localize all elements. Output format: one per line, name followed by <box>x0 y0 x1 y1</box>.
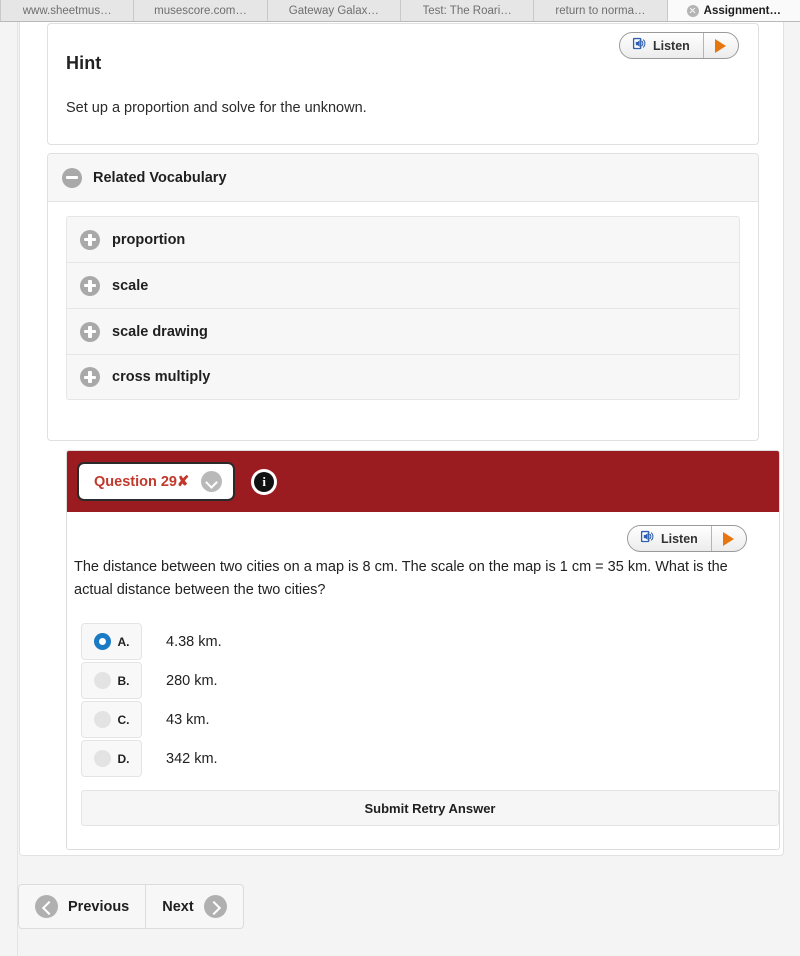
browser-tab-strip: www.sheetmus… musescore.com… Gateway Gal… <box>0 0 800 22</box>
answer-choice-c-text: 43 km. <box>166 711 210 728</box>
question-number-text: Question 29 <box>94 473 177 490</box>
chevron-down-icon[interactable] <box>201 471 223 492</box>
answer-choice-d-letter: D. <box>117 751 130 766</box>
next-button-label: Next <box>162 898 194 915</box>
info-button[interactable]: i <box>251 468 278 495</box>
question-card: Question 29✘ i Listen The distance betwe… <box>66 450 780 850</box>
vocabulary-list: proportion scale scale drawing cross mul… <box>48 202 758 400</box>
answer-choice-b-box[interactable]: B. <box>81 662 142 699</box>
plus-circle-icon[interactable] <box>80 367 100 387</box>
question-number-label: Question 29✘ <box>94 474 189 490</box>
answer-choice-a-text: 4.38 km. <box>166 633 222 650</box>
incorrect-mark-icon: ✘ <box>177 473 190 490</box>
question-listen-main[interactable]: Listen <box>628 526 712 551</box>
page-left-gutter <box>0 22 18 956</box>
browser-tab-label: www.sheetmus… <box>22 4 112 17</box>
answer-choice-a[interactable]: A. 4.38 km. <box>81 622 765 661</box>
plus-circle-icon[interactable] <box>80 275 100 296</box>
vocabulary-item-label: cross multiply <box>112 369 211 385</box>
play-icon <box>723 531 735 546</box>
previous-button-label: Previous <box>68 898 130 915</box>
pagination-controls: Previous Next <box>18 884 244 929</box>
plus-circle-icon[interactable] <box>80 229 100 250</box>
vocabulary-item-label: scale drawing <box>112 323 208 340</box>
speaker-icon <box>640 529 655 549</box>
hint-panel: Listen Hint Set up a proportion and solv… <box>47 23 759 145</box>
answer-choice-a-box[interactable]: A. <box>81 623 142 660</box>
radio-button-d[interactable] <box>93 750 111 767</box>
question-listen-label: Listen <box>661 531 698 546</box>
browser-tab-5[interactable]: return to norma… <box>534 0 668 21</box>
hint-body-text: Set up a proportion and solve for the un… <box>66 100 367 116</box>
question-text: The distance between two cities on a map… <box>74 559 728 598</box>
plus-circle-icon[interactable] <box>80 321 100 342</box>
answer-choice-c-box[interactable]: C. <box>81 701 142 738</box>
next-button[interactable]: Next <box>146 885 242 928</box>
assignment-container: Listen Hint Set up a proportion and solv… <box>19 22 784 856</box>
browser-tab-label: musescore.com… <box>154 4 247 17</box>
answer-choice-c-letter: C. <box>117 712 130 727</box>
browser-tab-4[interactable]: Test: The Roari… <box>400 0 535 21</box>
vocabulary-item-label: proportion <box>112 231 186 248</box>
hint-listen-button[interactable]: Listen <box>619 32 739 59</box>
page-right-gutter <box>785 22 800 956</box>
vocabulary-item[interactable]: scale <box>66 262 740 308</box>
radio-button-a[interactable] <box>93 633 111 650</box>
radio-button-b[interactable] <box>93 672 111 689</box>
arrow-right-icon <box>203 895 227 918</box>
browser-tab-2[interactable]: musescore.com… <box>134 0 268 21</box>
vocabulary-item[interactable]: cross multiply <box>66 354 740 400</box>
answer-choice-d-box[interactable]: D. <box>81 740 142 777</box>
question-number-dropdown[interactable]: Question 29✘ <box>77 462 236 501</box>
answer-choice-a-letter: A. <box>117 634 130 649</box>
related-vocabulary-title: Related Vocabulary <box>93 169 227 186</box>
submit-retry-answer-button[interactable]: Submit Retry Answer <box>81 790 779 826</box>
answer-choice-d-text: 342 km. <box>166 750 218 767</box>
minus-circle-icon[interactable] <box>62 167 82 188</box>
info-icon: i <box>254 471 275 492</box>
vocabulary-item-label: scale <box>112 277 149 294</box>
browser-tab-3[interactable]: Gateway Galax… <box>267 0 401 21</box>
hint-listen-label: Listen <box>653 38 690 53</box>
close-icon[interactable] <box>686 4 699 17</box>
play-icon <box>715 38 727 53</box>
question-play-button[interactable] <box>712 526 746 551</box>
browser-tab-label: Gateway Galax… <box>288 4 379 17</box>
browser-tab-1[interactable]: www.sheetmus… <box>0 0 135 21</box>
vocabulary-item[interactable]: scale drawing <box>66 308 740 354</box>
hint-listen-main[interactable]: Listen <box>620 33 704 58</box>
browser-tab-label: Assignment… <box>703 4 781 17</box>
answer-choice-c[interactable]: C. 43 km. <box>81 700 765 739</box>
answer-choice-b-letter: B. <box>117 673 130 688</box>
browser-tab-label: return to norma… <box>555 4 646 17</box>
speaker-icon <box>632 36 647 56</box>
browser-tab-active-assignment[interactable]: Assignment… <box>667 0 800 21</box>
question-body: Listen The distance between two cities o… <box>67 512 779 849</box>
vocabulary-item[interactable]: proportion <box>66 216 740 262</box>
arrow-left-icon <box>35 895 58 918</box>
related-vocabulary-header[interactable]: Related Vocabulary <box>48 154 758 202</box>
hint-title: Hint <box>66 53 102 73</box>
hint-play-button[interactable] <box>704 33 738 58</box>
browser-tab-label: Test: The Roari… <box>422 4 512 17</box>
radio-button-c[interactable] <box>93 711 111 728</box>
page-viewport: Listen Hint Set up a proportion and solv… <box>0 22 800 956</box>
answer-choice-b[interactable]: B. 280 km. <box>81 661 765 700</box>
related-vocabulary-panel: Related Vocabulary proportion scale scal… <box>47 153 759 441</box>
answer-choice-d[interactable]: D. 342 km. <box>81 739 765 778</box>
question-header: Question 29✘ i <box>67 451 779 512</box>
previous-button[interactable]: Previous <box>19 885 147 928</box>
question-listen-button[interactable]: Listen <box>627 525 747 552</box>
answer-choices: A. 4.38 km. B. 280 km. C. 43 km. D. 342 … <box>81 622 765 778</box>
answer-choice-b-text: 280 km. <box>166 672 218 689</box>
